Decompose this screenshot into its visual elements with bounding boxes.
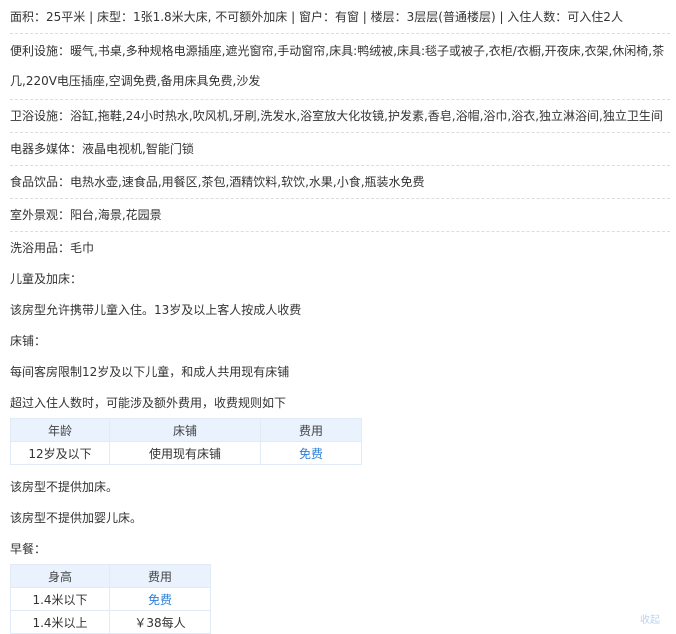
bed-fee-table: 年龄 床铺 费用 12岁及以下 使用现有床铺 免费 bbox=[10, 418, 362, 465]
facility-value: 暖气,书桌,多种规格电源插座,遮光窗帘,手动窗帘,床具:鸭绒被,床具:毯子或被子… bbox=[10, 44, 665, 88]
facility-value: 液晶电视机,智能门锁 bbox=[82, 142, 194, 156]
table-cell-fee: 免费 bbox=[260, 441, 362, 465]
table-cell: 1.4米以上 bbox=[10, 610, 110, 634]
breakfast-title: 早餐： bbox=[10, 542, 47, 556]
collapse-link[interactable]: 收起 bbox=[640, 611, 660, 626]
facility-food-drink: 食品饮品：电热水壶,速食品,用餐区,茶包,酒精饮料,软饮,水果,小食,瓶装水免费 bbox=[10, 166, 670, 199]
table-cell: 1.4米以下 bbox=[10, 587, 110, 611]
facility-convenience: 便利设施：暖气,书桌,多种规格电源插座,遮光窗帘,手动窗帘,床具:鸭绒被,床具:… bbox=[10, 34, 670, 100]
facility-label: 卫浴设施： bbox=[10, 109, 71, 123]
no-extra-bed-note: 该房型不提供加床。 bbox=[10, 480, 119, 494]
facility-toiletries: 洗浴用品：毛巾 bbox=[10, 232, 670, 264]
table-header-cell: 费用 bbox=[109, 564, 211, 588]
breakfast-fee-table: 身高 费用 1.4米以下 免费 1.4米以上 ￥38每人 bbox=[10, 564, 211, 634]
table-cell: 12岁及以下 bbox=[10, 441, 110, 465]
facility-outdoor-view: 室外景观：阳台,海景,花园景 bbox=[10, 199, 670, 232]
facility-value: 毛巾 bbox=[70, 241, 95, 255]
facility-label: 便利设施： bbox=[10, 44, 71, 58]
table-header-row: 年龄 床铺 费用 bbox=[10, 418, 362, 442]
table-header-cell: 费用 bbox=[260, 418, 362, 442]
facility-value: 阳台,海景,花园景 bbox=[70, 208, 162, 222]
facility-electronics: 电器多媒体：液晶电视机,智能门锁 bbox=[10, 133, 670, 166]
children-policy-title: 儿童及加床： bbox=[10, 272, 83, 286]
room-detail-panel: 面积：25平米 | 床型：1张1.8米大床, 不可额外加床 | 窗户：有窗 | … bbox=[10, 0, 670, 634]
children-policy-text: 该房型允许携带儿童入住。13岁及以上客人按成人收费 bbox=[10, 303, 302, 317]
facility-label: 室外景观： bbox=[10, 208, 71, 222]
facility-bathroom: 卫浴设施：浴缸,拖鞋,24小时热水,吹风机,牙刷,洗发水,浴室放大化妆镜,护发素… bbox=[10, 100, 670, 133]
table-header-row: 身高 费用 bbox=[10, 564, 211, 588]
table-row: 1.4米以下 免费 bbox=[10, 587, 211, 611]
table-cell-fee: 免费 bbox=[109, 587, 211, 611]
table-row: 12岁及以下 使用现有床铺 免费 bbox=[10, 441, 362, 465]
facility-label: 洗浴用品： bbox=[10, 241, 71, 255]
room-basic-info: 面积：25平米 | 床型：1张1.8米大床, 不可额外加床 | 窗户：有窗 | … bbox=[10, 0, 670, 34]
facility-label: 电器多媒体： bbox=[10, 142, 83, 156]
table-header-cell: 身高 bbox=[10, 564, 110, 588]
bed-policy-extra: 超过入住人数时，可能涉及额外费用，收费规则如下 bbox=[10, 396, 287, 410]
table-row: 1.4米以上 ￥38每人 bbox=[10, 610, 211, 634]
no-crib-note: 该房型不提供加婴儿床。 bbox=[10, 511, 143, 525]
table-header-cell: 年龄 bbox=[10, 418, 110, 442]
bed-policy-limit: 每间客房限制12岁及以下儿童，和成人共用现有床铺 bbox=[10, 365, 290, 379]
table-cell-fee: ￥38每人 bbox=[109, 610, 211, 634]
facility-label: 食品饮品： bbox=[10, 175, 71, 189]
table-cell: 使用现有床铺 bbox=[109, 441, 261, 465]
bed-policy-title: 床铺： bbox=[10, 334, 47, 348]
facility-value: 浴缸,拖鞋,24小时热水,吹风机,牙刷,洗发水,浴室放大化妆镜,护发素,香皂,浴… bbox=[70, 109, 663, 123]
table-header-cell: 床铺 bbox=[109, 418, 261, 442]
facility-value: 电热水壶,速食品,用餐区,茶包,酒精饮料,软饮,水果,小食,瓶装水免费 bbox=[70, 175, 425, 189]
